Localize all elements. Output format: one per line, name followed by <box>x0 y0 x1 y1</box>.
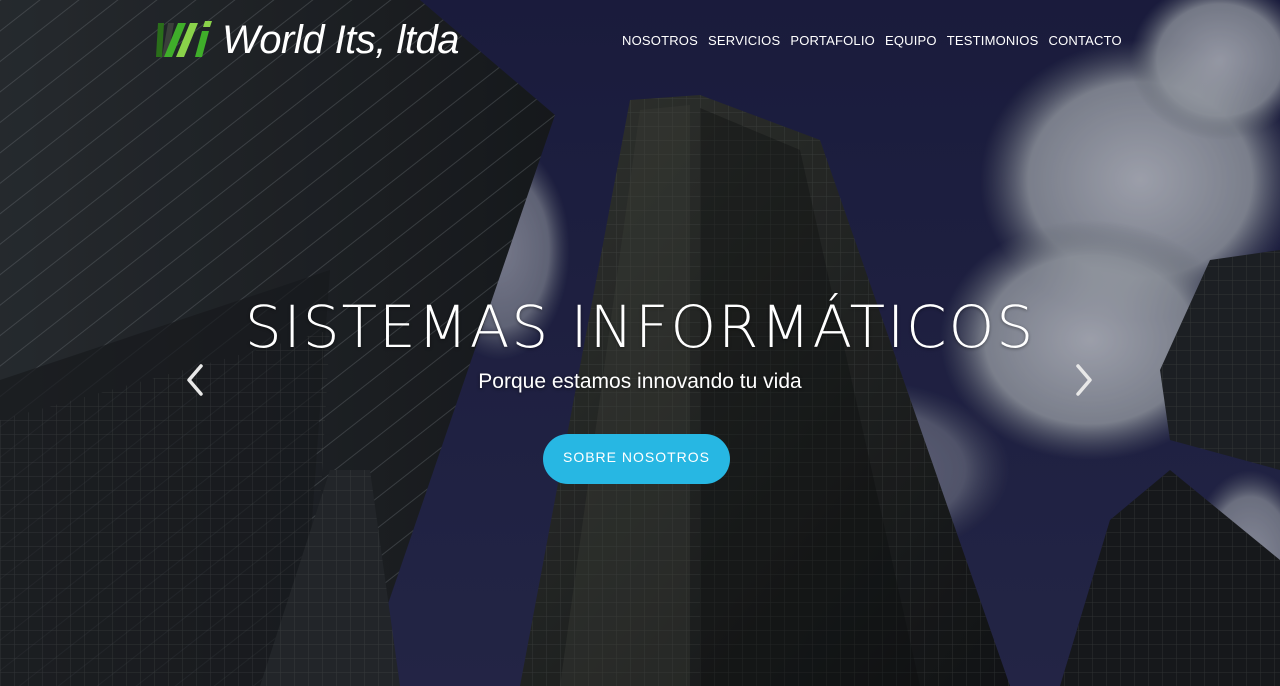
hero-title: SISTEMAS INFORMÁTICOS <box>244 293 1036 361</box>
nav-link-nosotros[interactable]: NOSOTROS <box>617 31 703 51</box>
chevron-left-icon <box>187 364 203 396</box>
nav-link-portafolio[interactable]: PORTAFOLIO <box>785 31 880 51</box>
carousel-next-button[interactable] <box>1066 360 1102 400</box>
nav-item: SERVICIOS <box>703 31 785 51</box>
top-navbar: World Its, ltda NOSOTROS SERVICIOS PORTA… <box>0 0 1280 80</box>
nav-item: CONTACTO <box>1044 31 1127 51</box>
nav-link-servicios[interactable]: SERVICIOS <box>703 31 785 51</box>
wi-logo-icon <box>156 21 212 57</box>
brand-link[interactable]: World Its, ltda <box>156 18 460 62</box>
nav-item: PORTAFOLIO <box>785 31 880 51</box>
cta-label: SOBRE NOSOTROS <box>562 449 711 465</box>
sobre-nosotros-button[interactable]: SOBRE NOSOTROS <box>543 434 730 484</box>
main-nav: NOSOTROS SERVICIOS PORTAFOLIO EQUIPO TES… <box>617 31 1127 51</box>
nav-link-equipo[interactable]: EQUIPO <box>880 31 942 51</box>
nav-item: EQUIPO <box>880 31 942 51</box>
carousel-prev-button[interactable] <box>177 360 213 400</box>
chevron-right-icon <box>1076 364 1092 396</box>
nav-item: NOSOTROS <box>617 31 703 51</box>
hero-carousel: World Its, ltda NOSOTROS SERVICIOS PORTA… <box>0 0 1280 686</box>
brand-name: World Its, ltda <box>222 18 460 62</box>
nav-link-testimonios[interactable]: TESTIMONIOS <box>942 31 1044 51</box>
nav-link-contacto[interactable]: CONTACTO <box>1044 31 1127 51</box>
nav-item: TESTIMONIOS <box>942 31 1044 51</box>
